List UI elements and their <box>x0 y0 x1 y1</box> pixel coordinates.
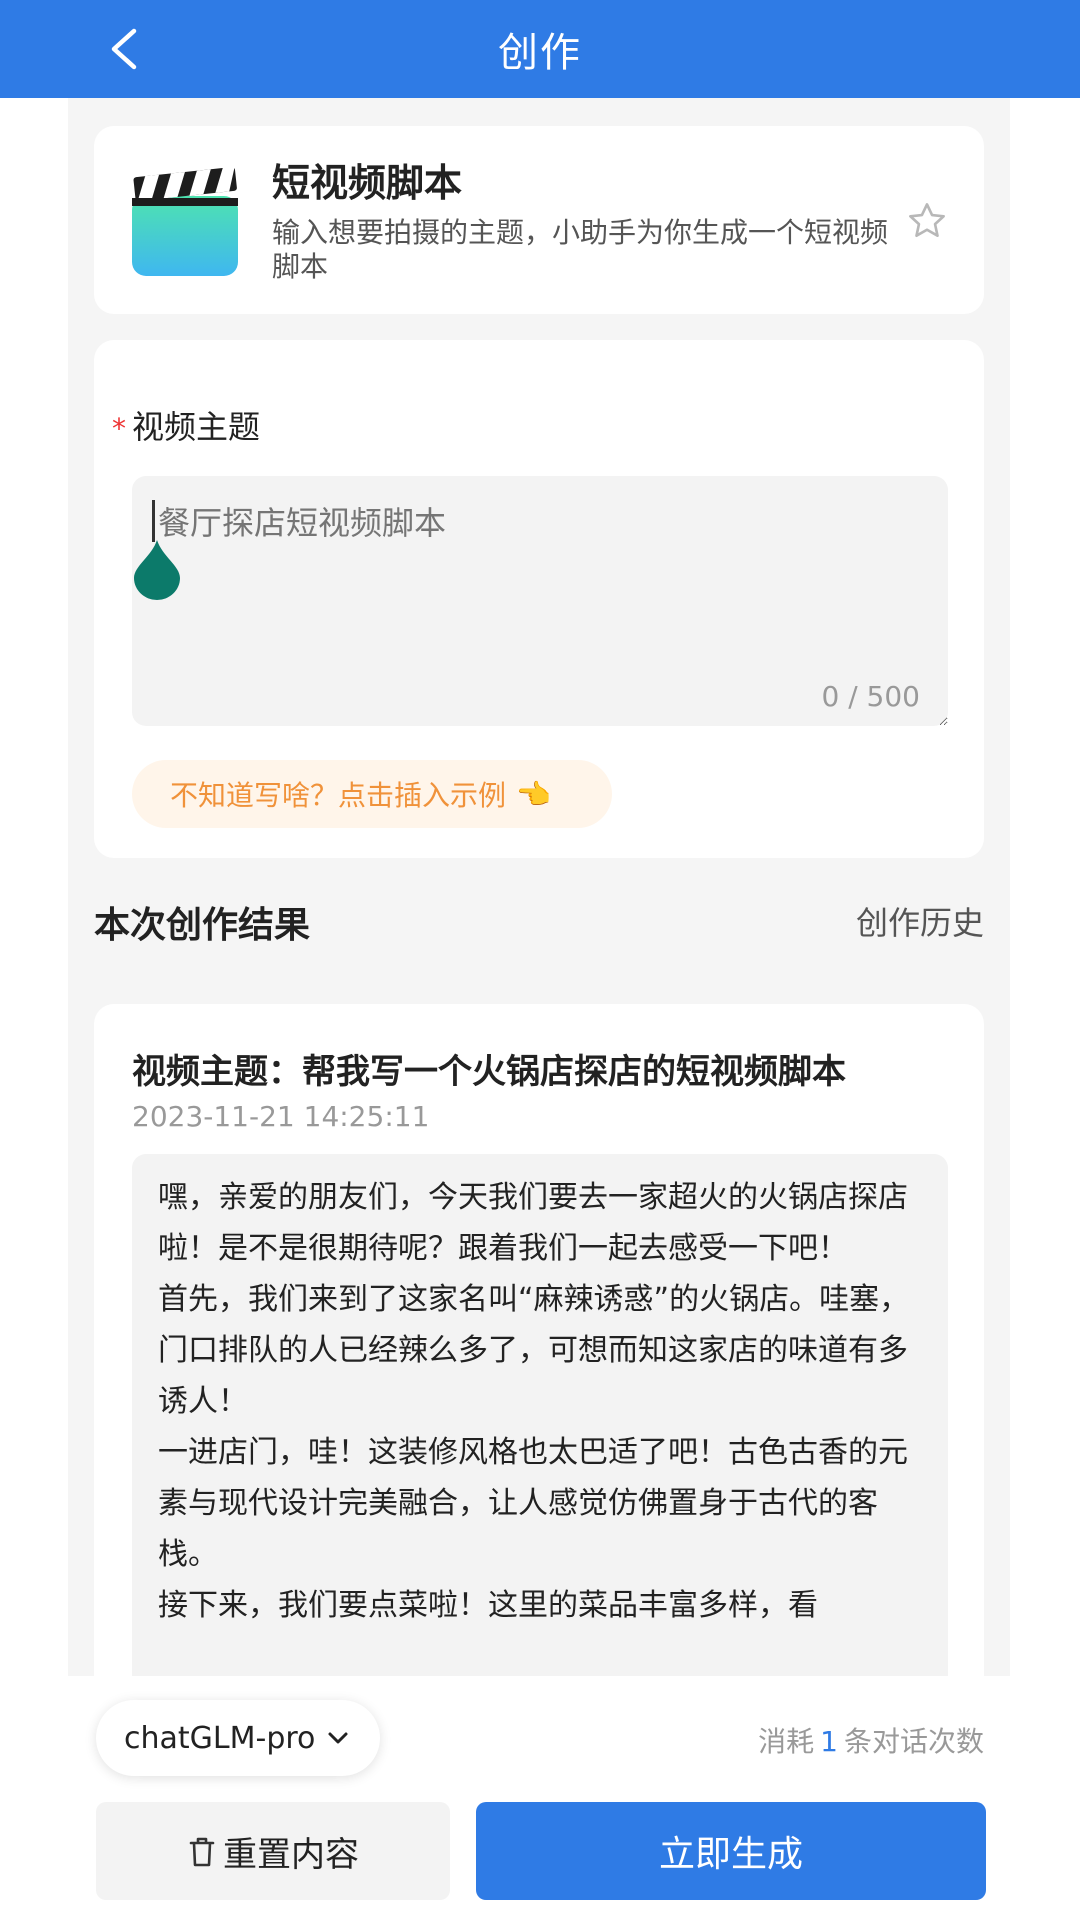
model-select[interactable]: chatGLM-pro <box>96 1700 380 1776</box>
tool-card: 短视频脚本 输入想要拍摄的主题，小助手为你生成一个短视频脚本 <box>94 126 984 314</box>
model-select-value: chatGLM-pro <box>124 1720 316 1756</box>
usage-count: 1 <box>820 1725 838 1758</box>
reset-content-button[interactable]: 重置内容 <box>96 1802 450 1900</box>
caret-handle-icon[interactable] <box>132 538 182 600</box>
result-title: 视频主题：帮我写一个火锅店探店的短视频脚本 <box>132 1052 846 1092</box>
page-title: 创作 <box>498 30 582 76</box>
tool-description: 输入想要拍摄的主题，小助手为你生成一个短视频脚本 <box>272 216 889 283</box>
top-bar: 创作 <box>0 0 1080 98</box>
chevron-down-icon <box>328 1732 348 1744</box>
result-content-box[interactable]: 嘿，亲爱的朋友们，今天我们要去一家超火的火锅店探店啦！是不是很期待呢？跟着我们一… <box>132 1154 948 1714</box>
reset-content-label: 重置内容 <box>223 1834 359 1875</box>
result-content: 嘿，亲爱的朋友们，今天我们要去一家超火的火锅店探店啦！是不是很期待呢？跟着我们一… <box>158 1180 910 1623</box>
form-card: *视频主题 0 / 500 不知道写啥？点击插入示例 👈 <box>94 340 984 858</box>
generate-now-button[interactable]: 立即生成 <box>476 1802 986 1900</box>
result-card: 视频主题：帮我写一个火锅店探店的短视频脚本 2023-11-21 14:25:1… <box>94 1004 984 1714</box>
insert-example-label: 不知道写啥？点击插入示例 <box>170 779 507 812</box>
char-counter: 0 / 500 <box>821 680 921 713</box>
text-caret <box>152 500 155 542</box>
insert-example-button[interactable]: 不知道写啥？点击插入示例 👈 <box>132 760 612 828</box>
field-label-text: 视频主题 <box>132 408 261 446</box>
creation-history-link[interactable]: 创作历史 <box>856 898 984 944</box>
generate-now-label: 立即生成 <box>658 1834 803 1875</box>
section-title-results: 本次创作结果 <box>94 905 311 946</box>
required-mark: * <box>112 412 126 445</box>
back-button[interactable] <box>96 22 150 76</box>
usage-info: 消耗 1 条对话次数 <box>758 1720 984 1760</box>
chevron-left-icon <box>111 28 137 70</box>
tool-title: 短视频脚本 <box>272 161 463 205</box>
usage-prefix: 消耗 <box>758 1725 815 1758</box>
clapperboard-icon <box>132 168 238 276</box>
usage-suffix: 条对话次数 <box>843 1725 984 1758</box>
bottom-bar: chatGLM-pro 消耗 1 条对话次数 重置内容 立即生成 <box>0 1676 1080 1920</box>
star-icon[interactable] <box>906 200 948 242</box>
hand-pointing-icon: 👈 <box>516 777 551 811</box>
field-label-video-topic: * 视频主题 <box>112 402 260 448</box>
trash-icon <box>189 1837 215 1867</box>
result-timestamp: 2023-11-21 14:25:11 <box>132 1100 430 1133</box>
main-content[interactable]: 短视频脚本 输入想要拍摄的主题，小助手为你生成一个短视频脚本 *视频主题 0 /… <box>68 98 1010 1714</box>
